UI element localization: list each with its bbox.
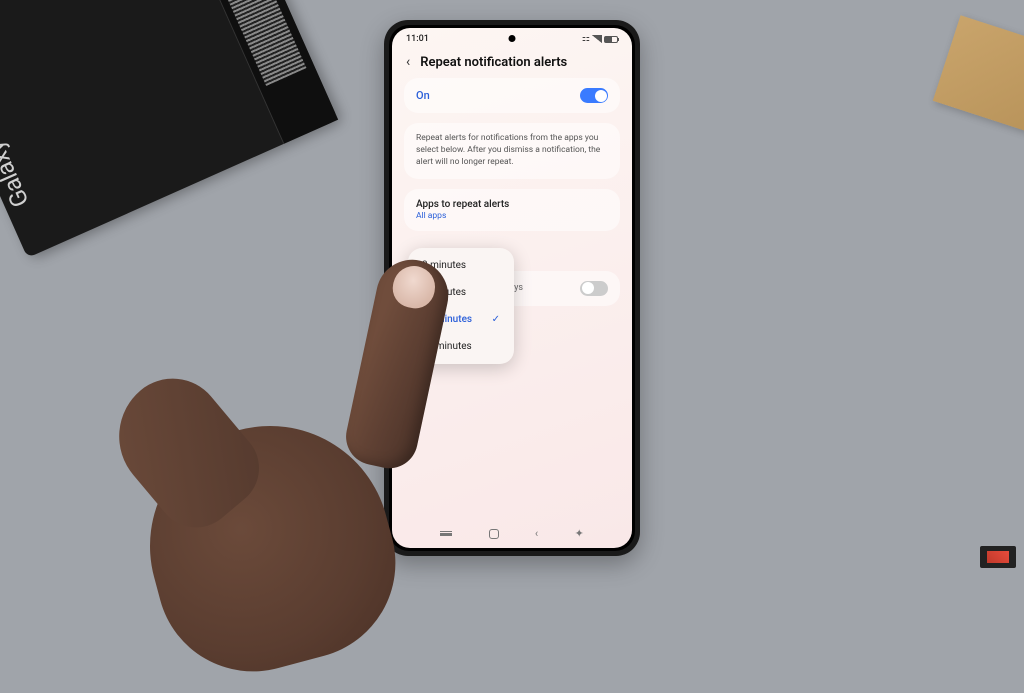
back-icon[interactable]: ‹ — [406, 54, 410, 70]
description-card: Repeat alerts for notifications from the… — [404, 123, 620, 179]
product-box: Galaxy S25 Ultra — [0, 0, 338, 258]
master-toggle-card: On — [404, 78, 620, 113]
interval-option-5min[interactable]: 5 minutes — [408, 279, 514, 306]
barcode — [201, 0, 306, 86]
nav-bar: ‹ ✦ — [392, 519, 632, 548]
page-header: ‹ Repeat notification alerts — [392, 46, 632, 78]
front-camera — [509, 35, 516, 42]
battery-icon — [604, 36, 618, 43]
wifi-icon: ⚏ — [582, 34, 590, 44]
watermark-logo — [987, 551, 1009, 563]
box-side — [178, 0, 339, 144]
nav-back[interactable]: ‹ — [535, 527, 538, 540]
apps-subtitle: All apps — [416, 211, 608, 221]
phone-bezel: 11:01 ⚏ ‹ Repeat notification alerts On … — [389, 25, 635, 551]
interval-option-10min[interactable]: 10 minutes ✓ — [408, 306, 514, 333]
master-toggle-label: On — [416, 89, 430, 102]
option-label: 5 minutes — [422, 287, 466, 298]
nav-recents[interactable] — [440, 531, 452, 536]
interval-option-15min[interactable]: 15 minutes — [408, 333, 514, 360]
option-label: 10 minutes — [422, 314, 472, 325]
page-title: Repeat notification alerts — [420, 55, 567, 70]
watermark — [980, 546, 1016, 568]
check-icon: ✓ — [492, 314, 500, 325]
nav-assistant[interactable]: ✦ — [575, 527, 584, 540]
interval-option-3min[interactable]: 3 minutes — [408, 252, 514, 279]
interval-dropdown: 3 minutes 5 minutes 10 minutes ✓ 15 minu… — [408, 248, 514, 364]
status-time: 11:01 — [406, 34, 429, 44]
sound-toggle[interactable] — [580, 281, 608, 296]
palm — [123, 399, 417, 693]
description-text: Repeat alerts for notifications from the… — [416, 133, 608, 169]
option-label: 15 minutes — [422, 341, 472, 352]
phone-screen: 11:01 ⚏ ‹ Repeat notification alerts On … — [392, 28, 632, 548]
apps-card[interactable]: Apps to repeat alerts All apps — [404, 189, 620, 231]
wood-block — [933, 15, 1024, 135]
master-toggle[interactable] — [580, 88, 608, 103]
product-box-label: Galaxy S25 Ultra — [0, 48, 35, 212]
apps-title: Apps to repeat alerts — [416, 199, 608, 210]
nav-home[interactable] — [489, 529, 499, 539]
status-icons: ⚏ — [582, 34, 618, 44]
option-label: 3 minutes — [422, 260, 466, 271]
phone-frame: 11:01 ⚏ ‹ Repeat notification alerts On … — [384, 20, 640, 556]
thumb — [95, 358, 276, 544]
signal-icon — [592, 35, 602, 43]
